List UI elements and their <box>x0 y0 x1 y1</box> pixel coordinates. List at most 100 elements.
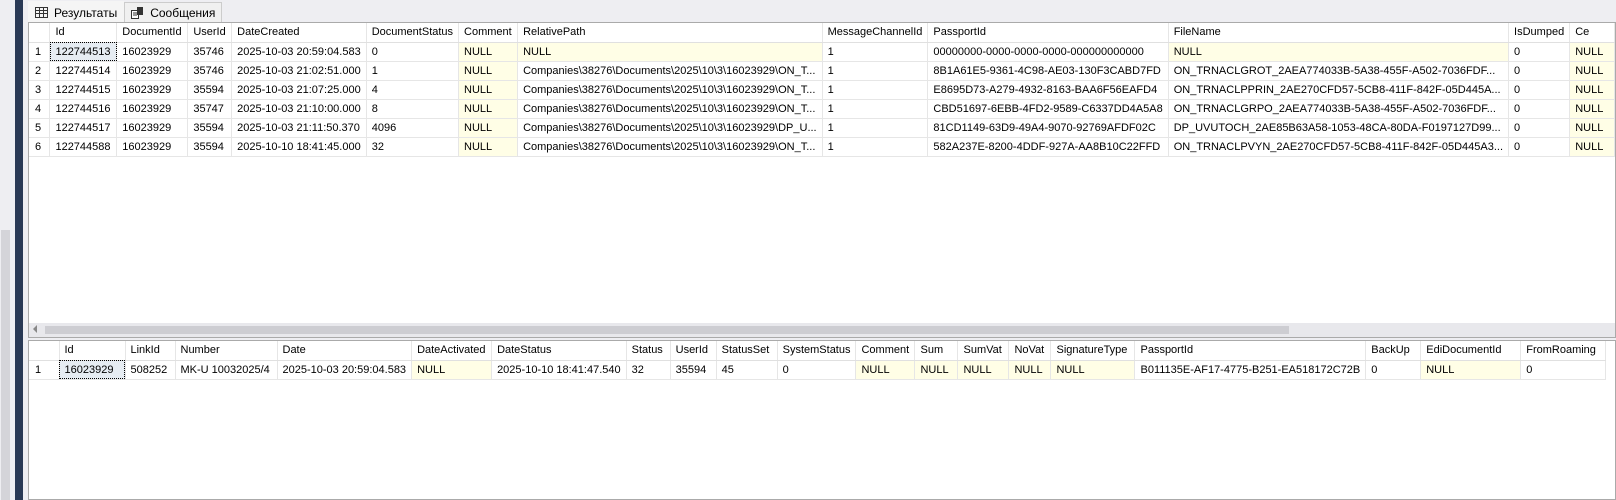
grid-cell[interactable]: NULL <box>1008 360 1052 380</box>
column-header[interactable]: Ce <box>1569 23 1615 43</box>
grid-cell[interactable]: 1 <box>822 118 929 138</box>
grid-cell[interactable]: NULL <box>1569 61 1615 81</box>
grid-cell[interactable]: 0 <box>1508 137 1571 157</box>
grid-cell[interactable]: 122744517 <box>49 118 118 138</box>
row-number[interactable]: 1 <box>29 42 51 62</box>
column-header[interactable]: DateActivated <box>411 341 493 361</box>
grid-cell[interactable]: 122744513 <box>49 42 118 62</box>
grid-cell[interactable]: 32 <box>626 360 671 380</box>
grid-cell[interactable]: E8695D73-A279-4932-8163-BAA6F56EAFD4 <box>927 80 1169 100</box>
row-number[interactable]: 1 <box>29 360 60 380</box>
scrollbar-thumb[interactable] <box>45 326 1289 334</box>
column-header[interactable]: FromRoaming <box>1520 341 1607 361</box>
grid-cell[interactable]: NULL <box>1569 137 1615 157</box>
row-number-header[interactable] <box>29 341 60 361</box>
grid-cell[interactable]: 0 <box>1508 61 1571 81</box>
column-header[interactable]: Sum <box>914 341 959 361</box>
grid-cell[interactable]: 1 <box>822 42 929 62</box>
column-header[interactable]: Date <box>277 341 413 361</box>
column-header[interactable]: PassportId <box>927 23 1169 43</box>
grid-cell[interactable]: B011135E-AF17-4775-B251-EA518172C72B <box>1134 360 1367 380</box>
column-header[interactable]: SystemStatus <box>777 341 857 361</box>
grid-cell[interactable]: 0 <box>1508 80 1571 100</box>
grid-cell[interactable]: NULL <box>458 61 519 81</box>
grid-cell[interactable]: 16023929 <box>116 137 189 157</box>
grid-cell[interactable]: ON_TRNACLGROT_2AEA774033B-5A38-455F-A502… <box>1168 61 1510 81</box>
grid-cell[interactable]: 122744515 <box>49 80 118 100</box>
row-number[interactable]: 3 <box>29 80 51 100</box>
column-header[interactable]: Status <box>626 341 671 361</box>
grid-cell[interactable]: NULL <box>1050 360 1136 380</box>
grid-cell[interactable]: 2025-10-10 18:41:45.000 <box>231 137 367 157</box>
scrollbar-thumb[interactable] <box>1 230 10 500</box>
column-header[interactable]: MessageChannelId <box>822 23 929 43</box>
table-row[interactable]: 1 122744513 16023929 35746 2025-10-03 20:59:… <box>29 42 1615 62</box>
grid-cell[interactable]: NULL <box>458 137 519 157</box>
column-header[interactable]: DateStatus <box>491 341 627 361</box>
column-header[interactable]: BackUp <box>1365 341 1422 361</box>
grid-cell[interactable]: NULL <box>1569 80 1615 100</box>
grid-cell[interactable]: 00000000-0000-0000-0000-000000000000 <box>927 42 1169 62</box>
column-header[interactable]: FileName <box>1168 23 1510 43</box>
grid-cell[interactable]: 35594 <box>187 137 233 157</box>
column-header[interactable]: SignatureType <box>1050 341 1136 361</box>
grid-cell[interactable]: ON_TRNACLGRPO_2AEA774033B-5A38-455F-A502… <box>1168 99 1510 119</box>
grid-cell[interactable]: 2025-10-03 20:59:04.583 <box>277 360 413 380</box>
tab-messages[interactable]: Сообщения <box>124 2 223 23</box>
grid-cell[interactable]: 35746 <box>187 42 233 62</box>
vertical-scrollbar[interactable] <box>0 0 15 500</box>
grid-cell[interactable]: Companies\38276\Documents\2025\10\3\1602… <box>517 61 823 81</box>
grid-cell[interactable]: MK-U 10032025/4 <box>175 360 278 380</box>
grid-cell[interactable]: 2025-10-03 21:11:50.370 <box>231 118 367 138</box>
grid-cell[interactable]: 122744516 <box>49 99 118 119</box>
grid-cell[interactable]: NULL <box>517 42 823 62</box>
column-header[interactable]: Comment <box>855 341 916 361</box>
row-number-header[interactable] <box>29 23 51 43</box>
column-header[interactable]: UserId <box>187 23 233 43</box>
column-header[interactable]: DocumentStatus <box>366 23 460 43</box>
grid-cell[interactable]: DP_UVUTOCH_2AE85B63A58-1053-48CA-80DA-F0… <box>1168 118 1510 138</box>
column-header[interactable]: UserId <box>670 341 717 361</box>
grid-cell[interactable]: 1 <box>822 137 929 157</box>
column-header[interactable]: Number <box>175 341 278 361</box>
results-grid-1[interactable]: Id DocumentId UserId DateCreated DocumentSta… <box>28 22 1616 338</box>
grid-cell[interactable]: 81CD1149-63D9-49A4-9070-92769AFDF02C <box>927 118 1169 138</box>
grid-cell[interactable]: 8 <box>366 99 460 119</box>
grid-cell[interactable]: 45 <box>716 360 778 380</box>
grid-cell[interactable]: 35594 <box>670 360 717 380</box>
grid-cell[interactable]: 2025-10-03 21:07:25.000 <box>231 80 367 100</box>
grid-cell[interactable]: 0 <box>1508 99 1571 119</box>
horizontal-scrollbar[interactable] <box>29 323 1615 337</box>
grid-cell[interactable]: 35594 <box>187 118 233 138</box>
column-header[interactable]: Id <box>49 23 118 43</box>
grid-cell[interactable]: 4096 <box>366 118 460 138</box>
grid-cell[interactable]: 16023929 <box>116 99 189 119</box>
column-header[interactable]: DateCreated <box>231 23 367 43</box>
row-number[interactable]: 4 <box>29 99 51 119</box>
table-row[interactable]: 3 122744515 16023929 35594 2025-10-03 21:07:… <box>29 80 1615 100</box>
grid-cell[interactable]: NULL <box>1168 42 1510 62</box>
grid-cell[interactable]: NULL <box>1420 360 1522 380</box>
grid-cell[interactable]: NULL <box>1569 42 1615 62</box>
grid-cell[interactable]: NULL <box>458 118 519 138</box>
row-number[interactable]: 5 <box>29 118 51 138</box>
grid-cell[interactable]: 2025-10-03 20:59:04.583 <box>231 42 367 62</box>
table-row[interactable]: 2 122744514 16023929 35746 2025-10-03 21:02:… <box>29 61 1615 81</box>
grid-cell[interactable]: NULL <box>1569 118 1615 138</box>
grid-cell[interactable]: 0 <box>1365 360 1422 380</box>
grid-cell[interactable]: 16023929 <box>116 118 189 138</box>
grid-cell[interactable]: NULL <box>1569 99 1615 119</box>
grid-cell[interactable]: Companies\38276\Documents\2025\10\3\1602… <box>517 137 823 157</box>
tab-results[interactable]: Результаты <box>28 1 125 23</box>
grid-cell[interactable]: NULL <box>957 360 1010 380</box>
grid-cell[interactable]: 2025-10-03 21:02:51.000 <box>231 61 367 81</box>
table-row[interactable]: 6 122744588 16023929 35594 2025-10-10 18:41:… <box>29 137 1615 157</box>
column-header[interactable]: Id <box>59 341 126 361</box>
row-number[interactable]: 2 <box>29 61 51 81</box>
grid-cell[interactable]: Companies\38276\Documents\2025\10\3\1602… <box>517 80 823 100</box>
column-header[interactable]: LinkId <box>125 341 176 361</box>
column-header[interactable]: SumVat <box>957 341 1010 361</box>
grid-cell[interactable]: 2025-10-03 21:10:00.000 <box>231 99 367 119</box>
grid-cell[interactable]: 582A237E-8200-4DDF-927A-AA8B10C22FFD <box>927 137 1169 157</box>
grid-cell[interactable]: 1 <box>366 61 460 81</box>
